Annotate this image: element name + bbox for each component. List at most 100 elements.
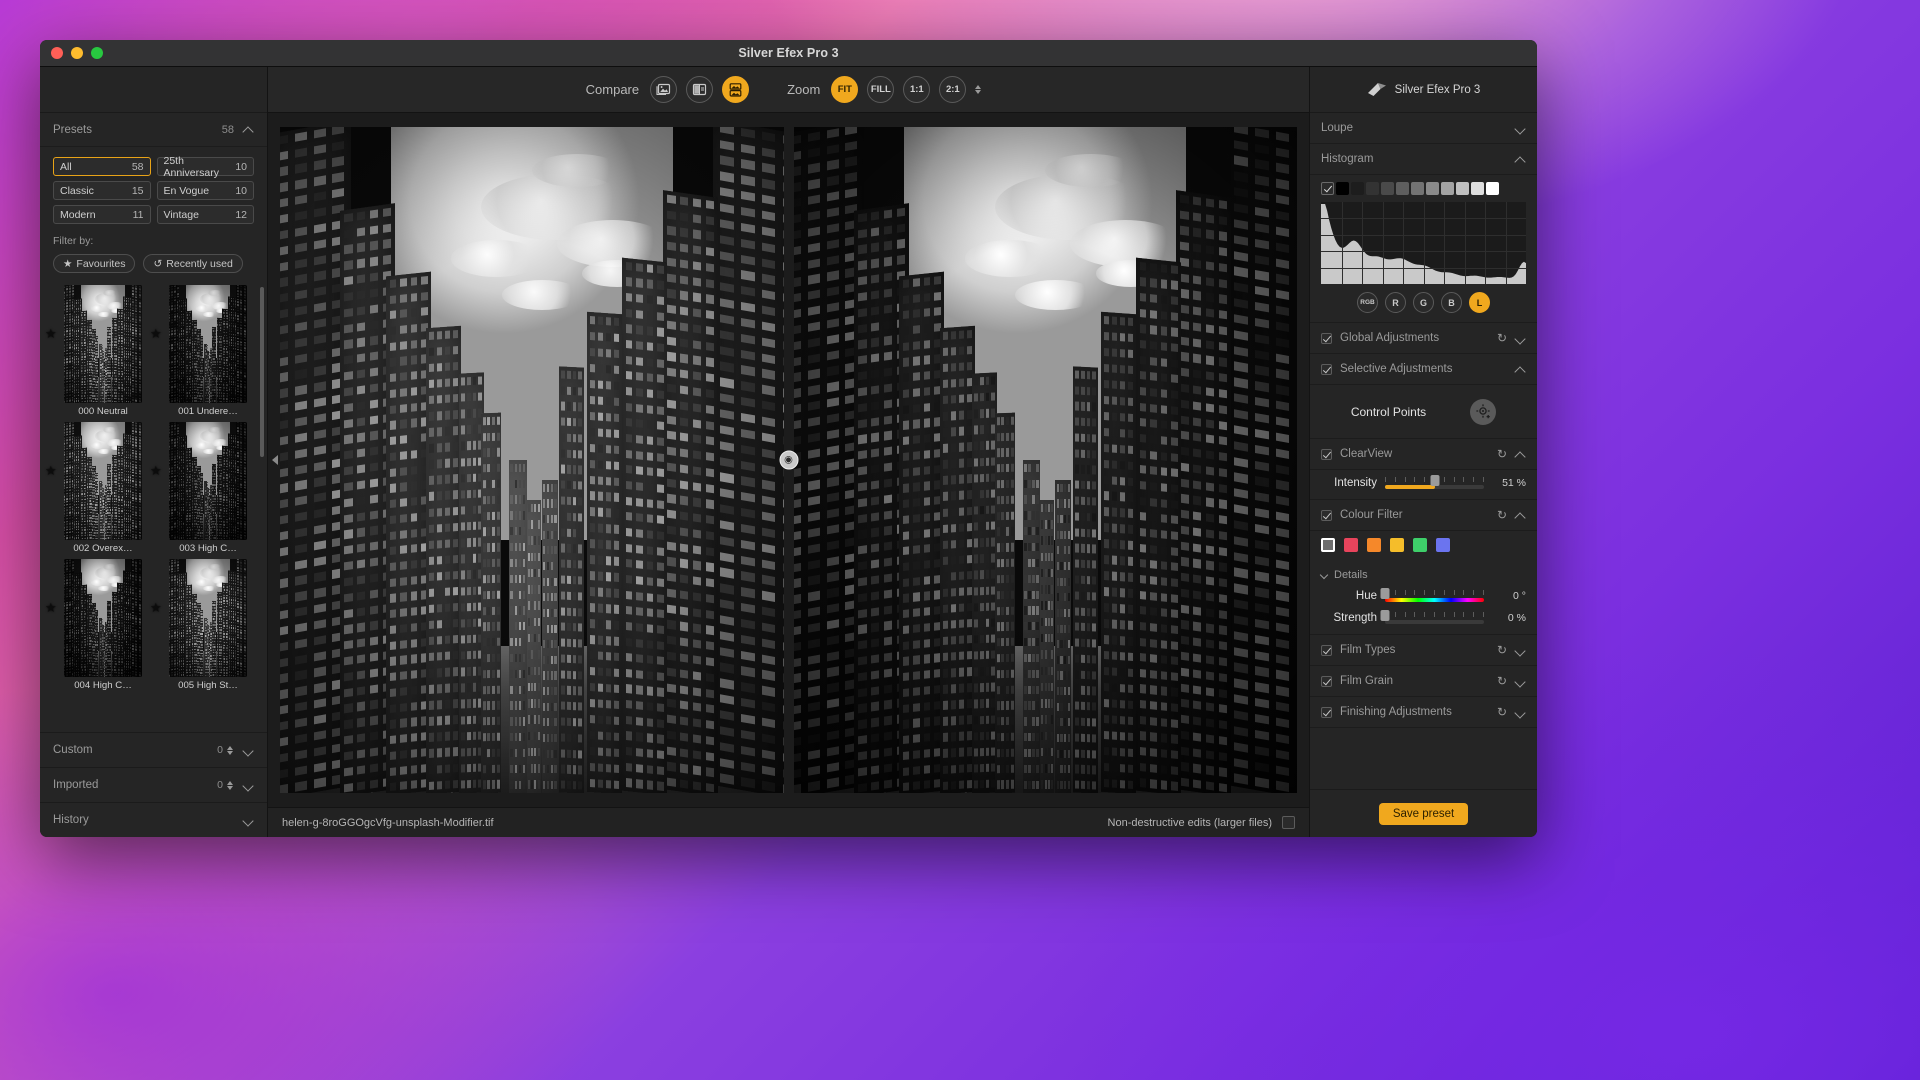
- presets-scrollbar[interactable]: [260, 287, 264, 457]
- image-pane-before[interactable]: [280, 127, 784, 793]
- colour-swatch-yellow[interactable]: [1390, 538, 1404, 552]
- favourite-star-icon[interactable]: ★: [45, 327, 57, 340]
- section-selective-adjustments[interactable]: Selective Adjustments: [1310, 354, 1537, 385]
- reset-icon[interactable]: ↻: [1497, 643, 1507, 657]
- slider-knob[interactable]: [1381, 610, 1390, 621]
- colour-filter-checkbox[interactable]: [1321, 510, 1332, 521]
- chevron-up-icon[interactable]: [1515, 154, 1526, 165]
- colour-swatch-orange[interactable]: [1367, 538, 1381, 552]
- preset-thumbnail[interactable]: ★ 000 Neutral: [53, 285, 149, 417]
- intensity-slider[interactable]: [1385, 476, 1484, 490]
- channel-b-button[interactable]: B: [1441, 292, 1462, 313]
- chevron-up-icon[interactable]: [1515, 364, 1526, 375]
- stepper-icon[interactable]: [227, 746, 233, 755]
- save-preset-button[interactable]: Save preset: [1379, 803, 1468, 825]
- reset-icon[interactable]: ↻: [1497, 331, 1507, 345]
- chevron-down-icon[interactable]: [243, 815, 254, 826]
- slider-knob[interactable]: [1431, 475, 1440, 486]
- split-drag-handle[interactable]: ◉: [779, 451, 798, 470]
- add-control-point-icon[interactable]: [1470, 399, 1496, 425]
- preset-category-all[interactable]: All 58: [53, 157, 151, 176]
- zone-swatch-7[interactable]: [1441, 182, 1454, 195]
- favourite-star-icon[interactable]: ★: [150, 464, 162, 477]
- chevron-down-icon[interactable]: [1515, 645, 1526, 656]
- slider-knob[interactable]: [1381, 588, 1390, 599]
- film-types-checkbox[interactable]: [1321, 645, 1332, 656]
- reset-icon[interactable]: ↻: [1497, 674, 1507, 688]
- zone-swatch-9[interactable]: [1471, 182, 1484, 195]
- chevron-down-icon[interactable]: [1321, 571, 1329, 579]
- chevron-down-icon[interactable]: [1515, 333, 1526, 344]
- global-adjustments-checkbox[interactable]: [1321, 333, 1332, 344]
- zoom-2-1-button[interactable]: 2:1: [939, 76, 966, 103]
- reset-icon[interactable]: ↻: [1497, 508, 1507, 522]
- zoom-fill-button[interactable]: FILL: [867, 76, 894, 103]
- favourite-star-icon[interactable]: ★: [150, 327, 162, 340]
- nondestructive-toggle[interactable]: [1282, 816, 1295, 829]
- zone-swatch-3[interactable]: [1381, 182, 1394, 195]
- zone-swatch-10[interactable]: [1486, 182, 1499, 195]
- chevron-down-icon[interactable]: [1515, 707, 1526, 718]
- zone-swatch-2[interactable]: [1366, 182, 1379, 195]
- image-pane-after[interactable]: [794, 127, 1298, 793]
- section-film-grain[interactable]: Film Grain ↻: [1310, 666, 1537, 697]
- presets-section-header[interactable]: Presets 58: [40, 113, 267, 147]
- chevron-up-icon[interactable]: [243, 124, 254, 135]
- sidebar-item-history[interactable]: History: [40, 802, 267, 837]
- channel-l-button[interactable]: L: [1469, 292, 1490, 313]
- channel-r-button[interactable]: R: [1385, 292, 1406, 313]
- details-subsection-header[interactable]: Details: [1310, 562, 1537, 583]
- preset-thumbnail[interactable]: ★ 001 Undere…: [158, 285, 254, 417]
- zone-strip[interactable]: [1321, 182, 1526, 195]
- preset-thumbnail[interactable]: ★ 002 Overex…: [53, 422, 149, 554]
- channel-rgb-button[interactable]: RGB: [1357, 292, 1378, 313]
- chevron-up-icon[interactable]: [1515, 449, 1526, 460]
- favourite-star-icon[interactable]: ★: [45, 464, 57, 477]
- zone-swatch-1[interactable]: [1351, 182, 1364, 195]
- zone-swatch-5[interactable]: [1411, 182, 1424, 195]
- zone-swatch-4[interactable]: [1396, 182, 1409, 195]
- section-clearview[interactable]: ClearView ↻: [1310, 439, 1537, 470]
- strength-slider[interactable]: [1385, 611, 1484, 625]
- favourite-star-icon[interactable]: ★: [45, 601, 57, 614]
- zone-swatch-6[interactable]: [1426, 182, 1439, 195]
- preset-category-vintage[interactable]: Vintage 12: [157, 205, 255, 224]
- zone-swatch-8[interactable]: [1456, 182, 1469, 195]
- sidebar-item-custom[interactable]: Custom 0: [40, 732, 267, 767]
- preset-category-modern[interactable]: Modern 11: [53, 205, 151, 224]
- section-colour-filter[interactable]: Colour Filter ↻: [1310, 500, 1537, 531]
- section-finishing-adjustments[interactable]: Finishing Adjustments ↻: [1310, 697, 1537, 728]
- preset-category-en-vogue[interactable]: En Vogue 10: [157, 181, 255, 200]
- filter-favourites[interactable]: ★ Favourites: [53, 254, 135, 273]
- preset-thumbnail[interactable]: ★ 003 High C…: [158, 422, 254, 554]
- reset-icon[interactable]: ↻: [1497, 705, 1507, 719]
- favourite-star-icon[interactable]: ★: [150, 601, 162, 614]
- stepper-icon[interactable]: [227, 781, 233, 790]
- clearview-checkbox[interactable]: [1321, 449, 1332, 460]
- colour-swatch-red[interactable]: [1344, 538, 1358, 552]
- section-loupe[interactable]: Loupe: [1310, 113, 1537, 144]
- selective-adjustments-checkbox[interactable]: [1321, 364, 1332, 375]
- sidebar-item-imported[interactable]: Imported 0: [40, 767, 267, 802]
- zoom-1-1-button[interactable]: 1:1: [903, 76, 930, 103]
- reset-icon[interactable]: ↻: [1497, 447, 1507, 461]
- zoom-stepper-icon[interactable]: [975, 85, 981, 94]
- chevron-down-icon[interactable]: [243, 745, 254, 756]
- film-grain-checkbox[interactable]: [1321, 676, 1332, 687]
- section-film-types[interactable]: Film Types ↻: [1310, 635, 1537, 666]
- colour-swatch-green[interactable]: [1413, 538, 1427, 552]
- colour-swatch-blue[interactable]: [1436, 538, 1450, 552]
- split-view-button[interactable]: [686, 76, 713, 103]
- finishing-adjustments-checkbox[interactable]: [1321, 707, 1332, 718]
- preset-thumbnail[interactable]: ★ 005 High St…: [158, 559, 254, 691]
- zone-checkbox[interactable]: [1321, 182, 1334, 195]
- preset-thumbnail-list[interactable]: ★ 000 Neutral ★ 001 Undere… ★ 002 Overex… ★ 003…: [40, 273, 267, 732]
- chevron-down-icon[interactable]: [1515, 123, 1526, 134]
- hue-slider[interactable]: [1385, 589, 1484, 603]
- colour-swatch-neutral[interactable]: [1321, 538, 1335, 552]
- section-histogram[interactable]: Histogram: [1310, 144, 1537, 175]
- channel-g-button[interactable]: G: [1413, 292, 1434, 313]
- zoom-fit-button[interactable]: FIT: [831, 76, 858, 103]
- chevron-up-icon[interactable]: [1515, 510, 1526, 521]
- chevron-down-icon[interactable]: [1515, 676, 1526, 687]
